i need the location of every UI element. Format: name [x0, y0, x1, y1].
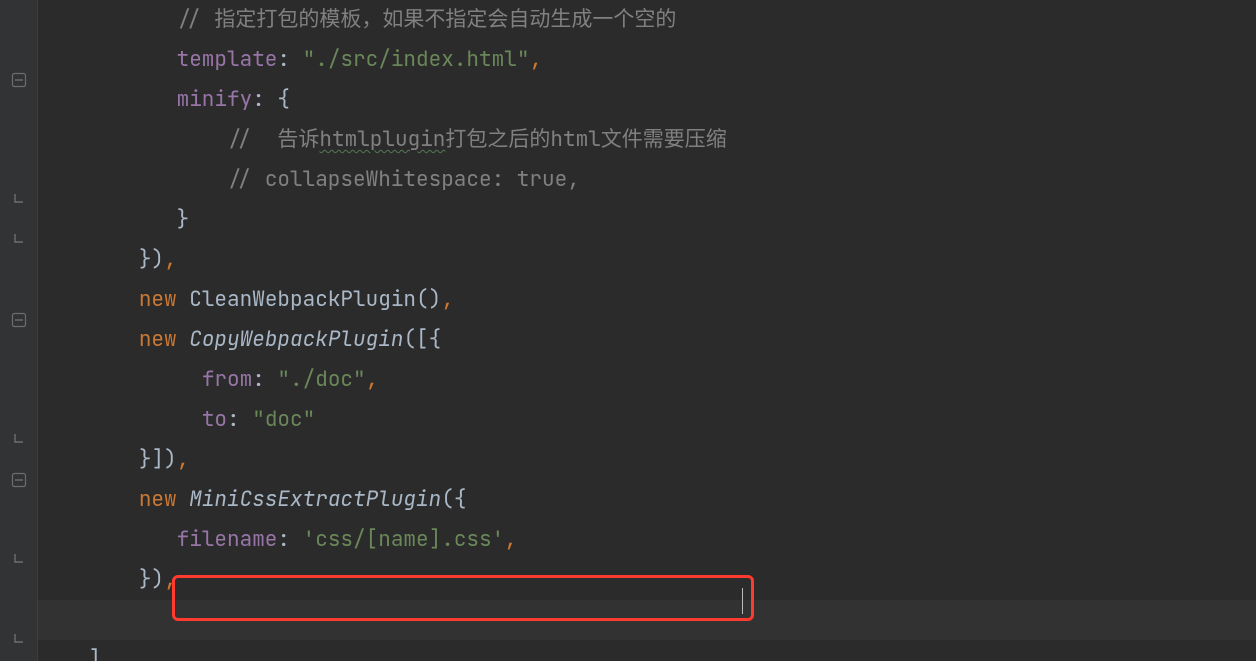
fold-expand-icon[interactable] [11, 472, 27, 488]
code-area[interactable]: // 指定打包的模板，如果不指定会自动生成一个空的 template: "./s… [38, 0, 1256, 661]
fold-collapse-icon[interactable] [11, 552, 27, 568]
code-line: from: "./doc", [38, 366, 378, 393]
code-line: } [38, 206, 189, 233]
code-content[interactable]: // 指定打包的模板，如果不指定会自动生成一个空的 template: "./s… [38, 0, 1256, 661]
fold-expand-icon[interactable] [11, 312, 27, 328]
code-line: new CleanWebpackPlugin(), [38, 286, 454, 313]
code-line: to: "doc" [38, 406, 315, 433]
code-editor[interactable]: // 指定打包的模板，如果不指定会自动生成一个空的 template: "./s… [0, 0, 1256, 661]
code-line: // 告诉htmlplugin打包之后的html文件需要压缩 [38, 126, 727, 153]
code-line: minify: { [38, 86, 290, 113]
code-line: // collapseWhitespace: true, [38, 166, 580, 193]
fold-collapse-icon[interactable] [11, 432, 27, 448]
fold-collapse-icon[interactable] [11, 232, 27, 248]
code-line: filename: 'css/[name].css', [38, 526, 517, 553]
code-line: new CopyWebpackPlugin([{ [38, 326, 441, 353]
fold-expand-icon[interactable] [11, 72, 27, 88]
code-line: ] [38, 646, 101, 661]
code-line: template: "./src/index.html", [38, 46, 542, 73]
code-line: }]), [38, 446, 189, 473]
code-line: // 指定打包的模板，如果不指定会自动生成一个空的 [38, 6, 676, 33]
code-line: new MiniCssExtractPlugin({ [38, 486, 466, 513]
code-line: }), [38, 246, 177, 273]
fold-collapse-icon[interactable] [11, 632, 27, 648]
current-line-highlight [38, 600, 1256, 640]
gutter [0, 0, 38, 661]
code-line: }), [38, 566, 177, 593]
text-cursor [742, 588, 743, 614]
fold-collapse-icon[interactable] [11, 192, 27, 208]
